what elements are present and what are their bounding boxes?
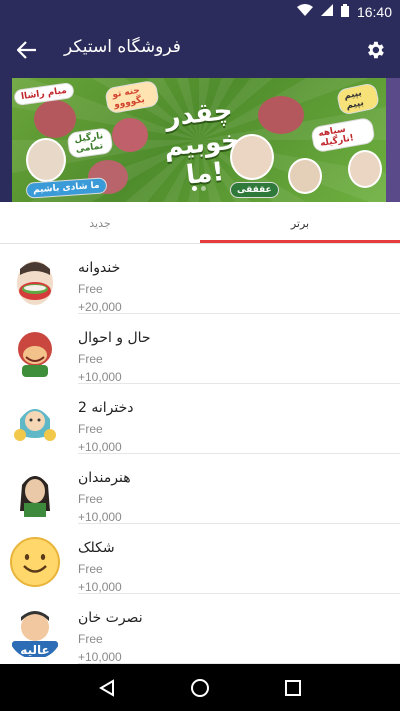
pack-thumbnail	[8, 535, 62, 589]
pack-download-count: +10,000	[78, 510, 122, 524]
pack-name: حال و احوال	[78, 330, 151, 346]
pack-thumbnail-badge: عالیه	[20, 643, 49, 657]
pack-thumbnail: عالیه	[8, 605, 62, 659]
pack-price: Free	[78, 352, 103, 366]
list-item[interactable]: عالیه نصرت خان Free +10,000	[0, 594, 400, 664]
pack-price: Free	[78, 282, 103, 296]
system-navigation-bar	[0, 664, 400, 711]
carousel-dot	[201, 186, 206, 191]
banner-carousel[interactable]: مبام راشاا جنه تو بگوووو نارگیل تمامی ما…	[0, 76, 400, 202]
pack-name: شکلک	[78, 540, 115, 556]
signal-icon	[320, 4, 333, 20]
pack-thumbnail	[8, 255, 62, 309]
pack-price: Free	[78, 632, 103, 646]
sticker-man-image	[348, 150, 382, 188]
pack-name: هنرمندان	[78, 470, 131, 486]
status-time: 16:40	[356, 4, 392, 20]
circle-home-icon	[190, 678, 209, 697]
list-item[interactable]: شکلک Free +10,000	[0, 524, 400, 594]
sticker-pack-list: خندوانه Free +20,000 حال و احوال Free +1…	[0, 244, 400, 664]
list-item[interactable]: دخترانه 2 Free +10,000	[0, 384, 400, 454]
nav-back-button[interactable]	[95, 676, 119, 700]
pack-download-count: +10,000	[78, 580, 122, 594]
nav-home-button[interactable]	[188, 676, 212, 700]
triangle-back-icon	[98, 678, 114, 697]
pack-thumbnail	[8, 325, 62, 379]
pack-download-count: +10,000	[78, 650, 122, 664]
arrow-left-icon	[17, 41, 36, 59]
back-button[interactable]	[12, 36, 42, 64]
tab-new[interactable]: جدید	[0, 202, 200, 244]
list-item[interactable]: هنرمندان Free +10,000	[0, 454, 400, 524]
banner-sticker-text: عقققی	[230, 182, 279, 198]
carousel-indicator	[192, 186, 206, 191]
tab-top[interactable]: برتر	[200, 202, 400, 244]
page-title: فروشگاه استیکر	[64, 37, 181, 57]
list-item[interactable]: خندوانه Free +20,000	[0, 244, 400, 314]
pack-download-count: +10,000	[78, 440, 122, 454]
pack-price: Free	[78, 492, 103, 506]
settings-button[interactable]	[360, 35, 390, 65]
app-toolbar: فروشگاه استیکر	[0, 24, 400, 76]
sticker-man-image	[230, 134, 274, 180]
status-bar: 16:40	[0, 0, 400, 24]
square-recents-icon	[285, 679, 302, 696]
active-tab-indicator	[200, 240, 400, 243]
sticker-man-image	[288, 158, 322, 194]
pack-download-count: +10,000	[78, 370, 122, 384]
sticker-man-image	[26, 138, 66, 182]
pack-price: Free	[78, 562, 103, 576]
tab-bar: جدید برتر	[0, 202, 400, 244]
sticker-puppet-image	[112, 118, 148, 152]
sticker-puppet-image	[34, 100, 76, 138]
gear-icon	[368, 41, 384, 59]
nav-recents-button[interactable]	[281, 676, 305, 700]
next-banner-peek[interactable]	[386, 78, 400, 202]
pack-thumbnail	[8, 465, 62, 519]
pack-thumbnail	[8, 395, 62, 449]
pack-download-count: +20,000	[78, 300, 122, 314]
carousel-dot	[192, 186, 197, 191]
pack-name: دخترانه 2	[78, 400, 134, 416]
list-item[interactable]: حال و احوال Free +10,000	[0, 314, 400, 384]
promo-banner[interactable]: مبام راشاا جنه تو بگوووو نارگیل تمامی ما…	[12, 78, 386, 202]
wifi-icon	[296, 4, 313, 20]
battery-icon	[340, 3, 349, 21]
pack-name: خندوانه	[78, 260, 121, 276]
pack-price: Free	[78, 422, 103, 436]
sticker-puppet-image	[258, 96, 304, 134]
pack-name: نصرت خان	[78, 610, 143, 626]
